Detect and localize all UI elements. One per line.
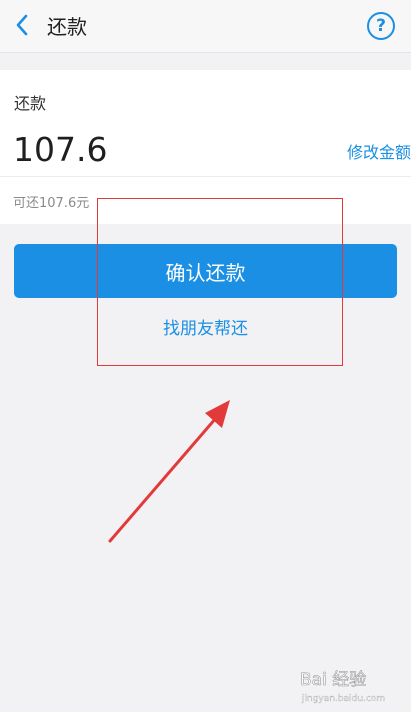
baidu-paw-logo-icon: Bai 经验 jingyan.baidu.com <box>300 670 386 704</box>
svg-text:jingyan.baidu.com: jingyan.baidu.com <box>301 694 385 704</box>
svg-text:Bai 经验: Bai 经验 <box>300 670 366 690</box>
annotation-arrow-icon <box>108 400 230 543</box>
baidu-jingyan-watermark: Bai 经验 jingyan.baidu.com <box>298 663 408 707</box>
